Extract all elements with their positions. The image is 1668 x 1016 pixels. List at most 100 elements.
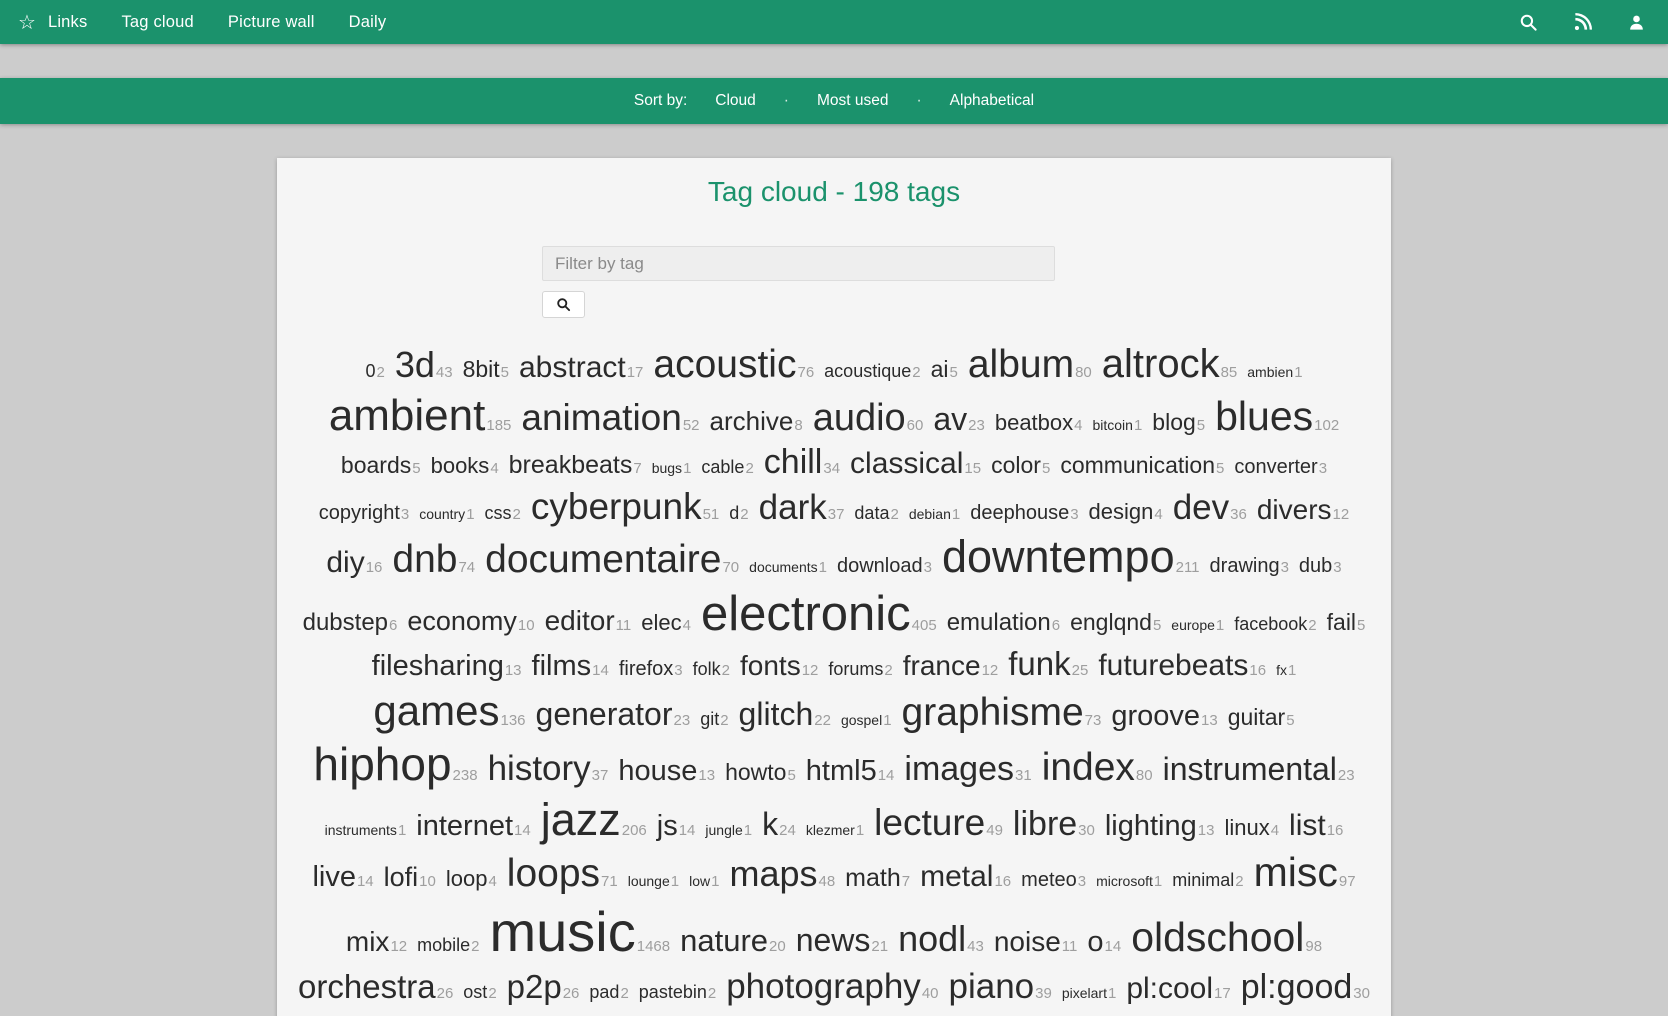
tag-link[interactable]: p2p (507, 968, 562, 1005)
tag-link[interactable]: howto (725, 759, 786, 785)
tag-link[interactable]: libre (1013, 805, 1077, 843)
tag-link[interactable]: jungle (705, 822, 742, 838)
tag-link[interactable]: linux (1224, 815, 1269, 840)
tag-link[interactable]: folk (693, 659, 721, 679)
tag-link[interactable]: metal (920, 860, 993, 893)
tag-link[interactable]: bugs (652, 460, 682, 476)
tag-link[interactable]: abstract (519, 351, 626, 384)
tag-link[interactable]: instrumental (1163, 751, 1337, 787)
tag-link[interactable]: futurebeats (1098, 649, 1248, 682)
nav-item-daily[interactable]: Daily (349, 13, 387, 32)
tag-link[interactable]: o (1087, 926, 1103, 958)
tag-link[interactable]: pl:good (1241, 968, 1353, 1006)
tag-link[interactable]: dnb (392, 538, 457, 581)
tag-link[interactable]: math (845, 864, 901, 892)
tag-link[interactable]: firefox (619, 658, 673, 680)
tag-link[interactable]: pixelart (1062, 985, 1107, 1001)
tag-link[interactable]: acoustique (824, 361, 911, 381)
tag-link[interactable]: house (618, 755, 697, 787)
sort-option-cloud[interactable]: Cloud (715, 92, 756, 110)
tag-link[interactable]: france (903, 650, 981, 681)
tag-link[interactable]: minimal (1172, 870, 1234, 890)
tag-link[interactable]: klezmer (806, 822, 855, 838)
tag-link[interactable]: electronic (701, 587, 911, 641)
tag-link[interactable]: ambien (1247, 364, 1293, 380)
tag-link[interactable]: country (419, 506, 465, 522)
tag-link[interactable]: groove (1111, 700, 1200, 732)
nav-item-links[interactable]: Links (48, 13, 88, 32)
tag-link[interactable]: lecture (874, 802, 985, 843)
tag-link[interactable]: graphisme (902, 691, 1084, 734)
tag-link[interactable]: facebook (1234, 614, 1307, 634)
tag-link[interactable]: breakbeats (509, 451, 633, 479)
tag-link[interactable]: forums (828, 659, 883, 679)
tag-link[interactable]: archive (710, 406, 794, 436)
tag-link[interactable]: europe (1171, 617, 1215, 633)
nav-item-picture-wall[interactable]: Picture wall (228, 13, 315, 32)
tag-link[interactable]: noise (994, 926, 1061, 957)
tag-link[interactable]: meteo (1021, 869, 1077, 891)
tag-link[interactable]: html5 (806, 755, 877, 787)
tag-link[interactable]: elec (641, 610, 681, 635)
tag-link[interactable]: ost (463, 982, 487, 1002)
tag-link[interactable]: divers (1257, 494, 1332, 525)
tag-link[interactable]: fx (1276, 662, 1287, 678)
tag-link[interactable]: gospel (841, 712, 882, 728)
tag-link[interactable]: oldschool (1131, 914, 1304, 960)
tag-link[interactable]: filesharing (372, 650, 504, 682)
tag-link[interactable]: nature (680, 923, 768, 958)
tag-link[interactable]: lounge (628, 873, 670, 889)
tag-link[interactable]: photography (726, 967, 921, 1006)
tag-link[interactable]: 8bit (463, 356, 500, 382)
tag-link[interactable]: bitcoin (1092, 417, 1132, 433)
tag-link[interactable]: av (933, 401, 967, 437)
tag-link[interactable]: microsoft (1096, 873, 1153, 889)
search-icon[interactable] (1518, 12, 1538, 32)
tag-link[interactable]: pl:cool (1126, 972, 1213, 1005)
tag-link[interactable]: converter (1234, 456, 1317, 478)
tag-link[interactable]: data (854, 503, 889, 523)
tag-link[interactable]: debian (909, 506, 951, 522)
tag-link[interactable]: js (657, 810, 678, 842)
tag-link[interactable]: fail (1327, 609, 1356, 635)
tag-link[interactable]: cyberpunk (531, 486, 702, 527)
tag-link[interactable]: live (312, 861, 356, 893)
rss-icon[interactable] (1572, 12, 1592, 32)
tag-link[interactable]: loops (507, 852, 600, 895)
tag-link[interactable]: pl:low (438, 1011, 535, 1016)
tag-link[interactable]: ai (931, 356, 949, 382)
tag-link[interactable]: index (1042, 746, 1135, 789)
tag-link[interactable]: dubstep (303, 609, 388, 636)
tag-filter-input[interactable] (542, 246, 1055, 281)
tag-link[interactable]: acoustic (653, 343, 796, 386)
tag-link[interactable]: pastebin (639, 982, 707, 1002)
tag-link[interactable]: chill (764, 443, 823, 481)
tag-link[interactable]: deephouse (970, 502, 1069, 524)
tag-link[interactable]: fonts (740, 650, 801, 681)
filter-search-button[interactable] (542, 291, 585, 318)
tag-link[interactable]: diy (326, 546, 364, 579)
tag-link[interactable]: games (373, 687, 499, 734)
tag-link[interactable]: communication (1060, 452, 1215, 478)
tag-link[interactable]: pad (589, 982, 619, 1002)
tag-link[interactable]: classical (850, 447, 963, 480)
star-icon[interactable]: ☆ (18, 10, 36, 35)
tag-link[interactable]: color (991, 452, 1041, 478)
tag-link[interactable]: nodl (898, 918, 966, 959)
tag-link[interactable]: lofi (384, 862, 419, 892)
tag-link[interactable]: news (796, 922, 871, 958)
tag-link[interactable]: dub (1299, 555, 1332, 577)
tag-link[interactable]: blog (1152, 409, 1195, 435)
nav-item-tag-cloud[interactable]: Tag cloud (121, 13, 193, 32)
tag-link[interactable]: dark (759, 488, 827, 527)
tag-link[interactable]: jazz (541, 794, 621, 845)
tag-link[interactable]: misc (1254, 849, 1338, 895)
sort-option-alphabetical[interactable]: Alphabetical (950, 92, 1034, 110)
tag-link[interactable]: glitch (739, 696, 814, 732)
tag-link[interactable]: ambient (329, 391, 486, 440)
tag-link[interactable]: hiphop (313, 738, 451, 790)
tag-link[interactable]: beatbox (995, 410, 1073, 435)
tag-link[interactable]: economy (407, 606, 517, 636)
tag-link[interactable]: list (1289, 809, 1326, 842)
tag-link[interactable]: downtempo (942, 531, 1175, 582)
